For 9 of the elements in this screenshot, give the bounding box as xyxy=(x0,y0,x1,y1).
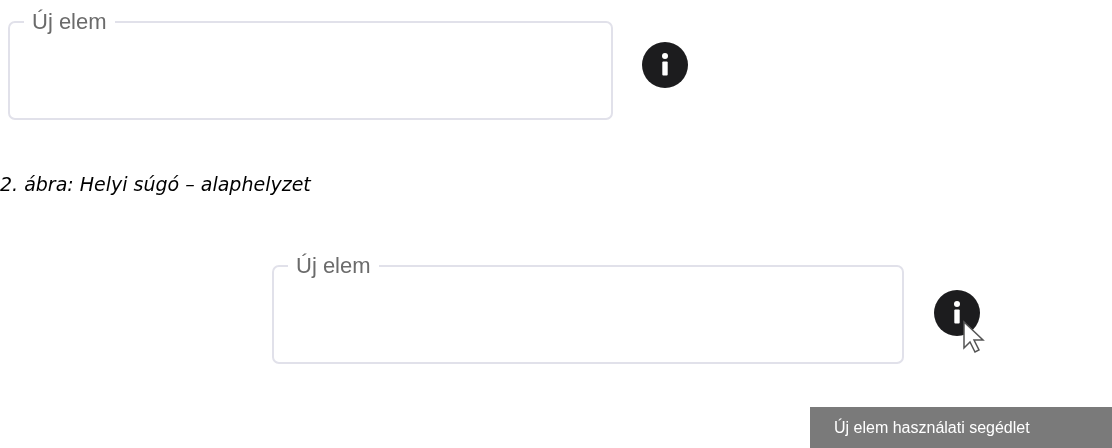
field-label: Új elem xyxy=(31,10,108,34)
tooltip: Új elem használati segédlet xyxy=(810,407,1112,448)
info-icon[interactable] xyxy=(934,290,980,336)
input-field[interactable]: Új elem xyxy=(272,254,904,364)
mouse-pointer-icon xyxy=(962,320,988,354)
figure-caption: 2. ábra: Helyi súgó – alaphelyzet xyxy=(0,172,313,196)
info-icon[interactable] xyxy=(642,42,688,88)
input-field[interactable]: Új elem xyxy=(8,10,613,120)
field-label: Új elem xyxy=(295,254,372,278)
